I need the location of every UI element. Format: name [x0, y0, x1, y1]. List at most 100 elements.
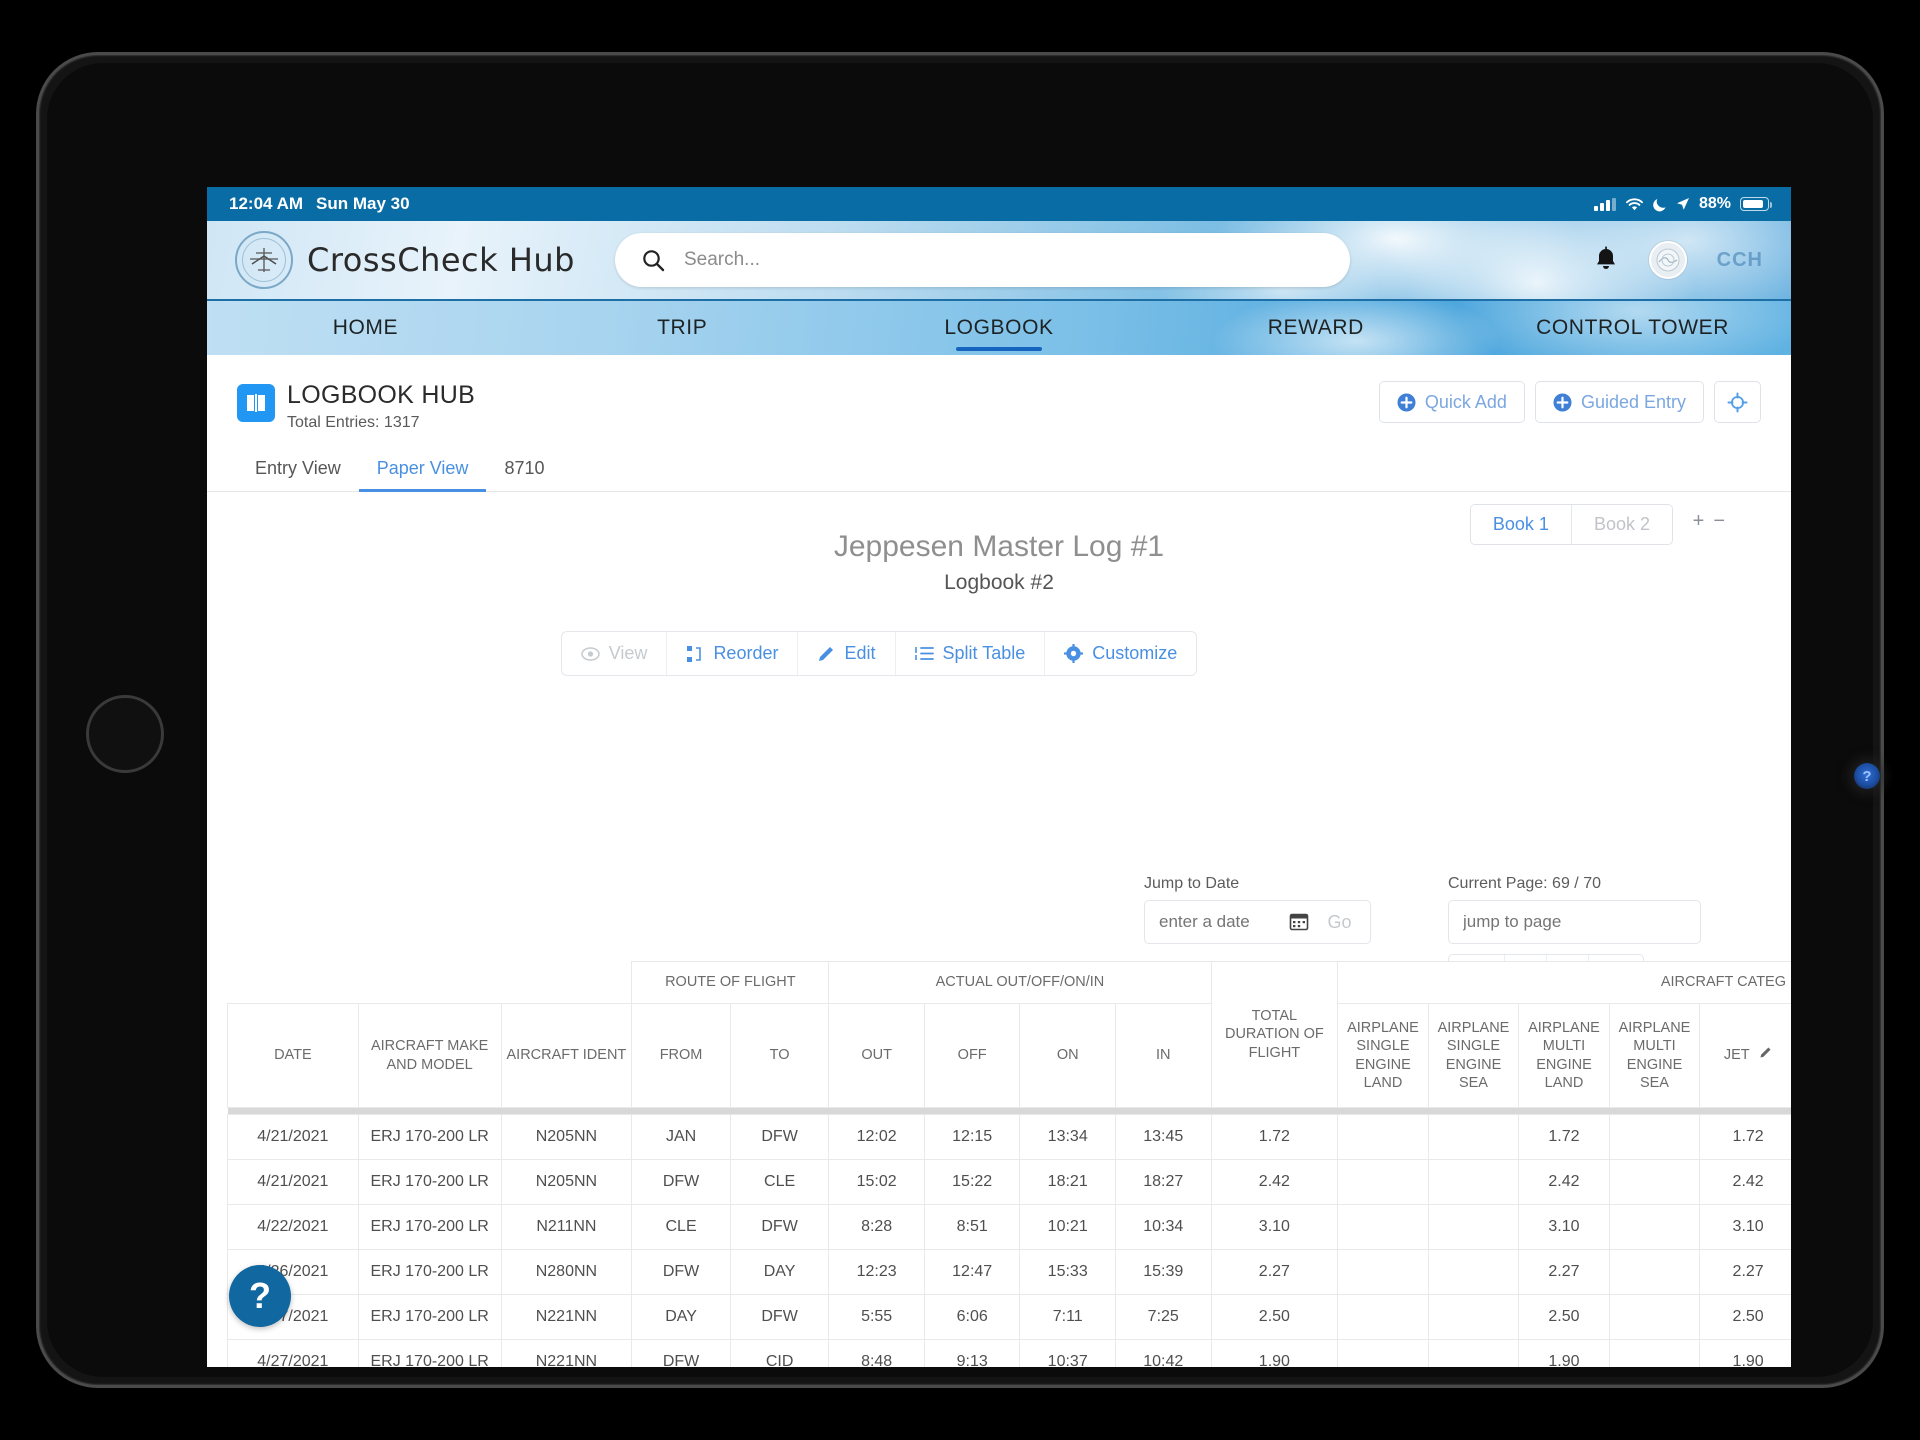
- cell-ases: [1427, 1249, 1520, 1295]
- customize-button[interactable]: Customize: [1045, 632, 1196, 675]
- cell-to: CID: [729, 1339, 830, 1367]
- cell-asel: [1337, 1159, 1429, 1205]
- view-button[interactable]: View: [562, 632, 668, 675]
- quick-add-button[interactable]: Quick Add: [1378, 381, 1525, 423]
- cell-ames: [1608, 1159, 1701, 1205]
- cell-from: JAN: [631, 1114, 731, 1160]
- logsheet-subtitle: Logbook #2: [944, 571, 1054, 594]
- cell-date: 4/21/2021: [227, 1114, 359, 1160]
- cell-jet: 2.27: [1699, 1249, 1791, 1295]
- bell-icon[interactable]: [1593, 246, 1619, 274]
- signal-bars-icon: [1593, 197, 1616, 211]
- cell-model: ERJ 170-200 LR: [357, 1339, 502, 1367]
- moon-icon: [1653, 197, 1667, 212]
- zoom-out-icon[interactable]: −: [1713, 510, 1725, 533]
- search-bar[interactable]: [614, 233, 1350, 287]
- avatar[interactable]: [1648, 241, 1687, 279]
- table-row[interactable]: 4/27/2021 ERJ 170-200 LR N221NN DFW CID 8:48 9…: [227, 1339, 1791, 1367]
- reorder-label: Reorder: [713, 643, 779, 663]
- bezel-help-icon[interactable]: ?: [1854, 763, 1880, 789]
- page-title-block: LOGBOOK HUB Total Entries: 1317: [287, 381, 475, 432]
- cell-off: 8:51: [923, 1204, 1021, 1250]
- column-header-asel: AIRPLANE SINGLE ENGINE LAND: [1337, 1003, 1429, 1108]
- tab-8710[interactable]: 8710: [486, 450, 562, 491]
- cell-out: 8:28: [828, 1204, 925, 1250]
- edit-label: Edit: [844, 643, 876, 663]
- cell-to: DFW: [729, 1294, 830, 1340]
- status-bar-right: 88%: [1593, 195, 1773, 213]
- cell-asel: [1337, 1294, 1429, 1340]
- book-switch: Book 1 Book 2: [1469, 504, 1673, 545]
- table-row[interactable]: 4/27/2021 ERJ 170-200 LR N221NN DAY DFW 5:55 6…: [227, 1294, 1791, 1340]
- cell-jet: 3.10: [1699, 1204, 1791, 1250]
- cell-ames: [1608, 1294, 1701, 1340]
- view-label: View: [608, 643, 648, 663]
- cell-ident: N205NN: [500, 1114, 633, 1160]
- column-header-ases: AIRPLANE SINGLE ENGINE SEA: [1427, 1003, 1520, 1108]
- table-group-header-row: ROUTE OF FLIGHT ACTUAL OUT/OFF/ON/IN TOT…: [227, 961, 1791, 1108]
- zoom-in-icon[interactable]: +: [1693, 510, 1705, 533]
- nav-item-trip[interactable]: TRIP: [524, 301, 841, 355]
- cell-from: DFW: [631, 1339, 731, 1367]
- logbook-table-scroll[interactable]: ROUTE OF FLIGHT ACTUAL OUT/OFF/ON/IN TOT…: [227, 961, 1791, 1367]
- cell-amel: 2.42: [1518, 1159, 1610, 1205]
- column-header-from: FROM: [631, 1003, 731, 1108]
- column-header-aircraft-ident: AIRCRAFT IDENT: [500, 1003, 633, 1108]
- cell-in: 10:42: [1114, 1339, 1212, 1367]
- guided-entry-button[interactable]: Guided Entry: [1534, 381, 1704, 423]
- tab-entry-view[interactable]: Entry View: [237, 450, 359, 491]
- cell-jet: 1.90: [1699, 1339, 1791, 1367]
- nav-item-home[interactable]: HOME: [207, 301, 524, 355]
- page-title: LOGBOOK HUB: [287, 381, 476, 409]
- cell-ases: [1427, 1159, 1520, 1205]
- go-button[interactable]: Go: [1309, 900, 1371, 944]
- location-arrow-icon: [1676, 197, 1690, 211]
- cell-out: 5:55: [828, 1294, 925, 1340]
- book-2-button[interactable]: Book 2: [1570, 505, 1672, 544]
- brand[interactable]: CrossCheck Hub: [235, 231, 575, 289]
- nav-item-control-tower[interactable]: CONTROL TOWER: [1474, 301, 1791, 355]
- table-row[interactable]: 4/21/2021 ERJ 170-200 LR N205NN DFW CLE 15:02…: [227, 1159, 1791, 1205]
- nav-item-reward[interactable]: REWARD: [1157, 301, 1474, 355]
- cell-to: CLE: [729, 1159, 830, 1205]
- logbook-table-body: 4/21/2021 ERJ 170-200 LR N205NN JAN DFW 12:02…: [227, 1114, 1791, 1367]
- book-1-button[interactable]: Book 1: [1470, 505, 1571, 544]
- edit-button[interactable]: Edit: [798, 632, 896, 675]
- pencil-icon[interactable]: [1759, 1047, 1772, 1062]
- sync-globe-icon-button[interactable]: [1714, 381, 1761, 423]
- table-row[interactable]: 4/21/2021 ERJ 170-200 LR N205NN JAN DFW 12:02…: [227, 1114, 1791, 1160]
- cell-from: DAY: [631, 1294, 731, 1340]
- cell-off: 12:47: [923, 1249, 1021, 1295]
- app-header: CrossCheck Hub CCH: [207, 221, 1791, 299]
- search-input[interactable]: [683, 233, 1324, 287]
- status-bar-date: Sun May 30: [316, 194, 410, 213]
- cell-off: 9:13: [923, 1339, 1021, 1367]
- table-row[interactable]: 4/22/2021 ERJ 170-200 LR N211NN CLE DFW 8:28 8…: [227, 1204, 1791, 1250]
- cell-total: 1.72: [1210, 1114, 1339, 1160]
- status-bar-left: 12:04 AM Sun May 30: [229, 194, 410, 214]
- wifi-icon: [1625, 197, 1644, 211]
- cell-on: 10:21: [1019, 1204, 1116, 1250]
- cell-ases: [1427, 1204, 1520, 1250]
- cell-amel: 2.50: [1518, 1294, 1610, 1340]
- cell-model: ERJ 170-200 LR: [357, 1159, 502, 1205]
- reorder-button[interactable]: Reorder: [667, 632, 799, 675]
- jump-to-page-input[interactable]: [1448, 900, 1701, 944]
- table-row[interactable]: 4/26/2021 ERJ 170-200 LR N280NN DFW DAY 12:23…: [227, 1249, 1791, 1295]
- jump-to-date-label: Jump to Date: [1144, 875, 1240, 892]
- device-camera-ring: [86, 695, 164, 773]
- help-fab-button[interactable]: ?: [229, 1265, 291, 1327]
- plus-circle-icon: [1397, 393, 1416, 412]
- cell-date: 4/22/2021: [227, 1204, 359, 1250]
- calendar-icon[interactable]: [1289, 911, 1309, 944]
- cell-ident: N280NN: [500, 1249, 633, 1295]
- cell-model: ERJ 170-200 LR: [357, 1204, 502, 1250]
- cell-in: 7:25: [1114, 1294, 1212, 1340]
- table-header-divider: [227, 1107, 1791, 1115]
- split-table-button[interactable]: Split Table: [896, 632, 1046, 675]
- cell-to: DFW: [729, 1114, 830, 1160]
- nav-item-logbook[interactable]: LOGBOOK: [841, 301, 1158, 355]
- tab-paper-view[interactable]: Paper View: [358, 450, 487, 492]
- split-table-icon: [914, 645, 934, 662]
- cell-ames: [1608, 1339, 1701, 1367]
